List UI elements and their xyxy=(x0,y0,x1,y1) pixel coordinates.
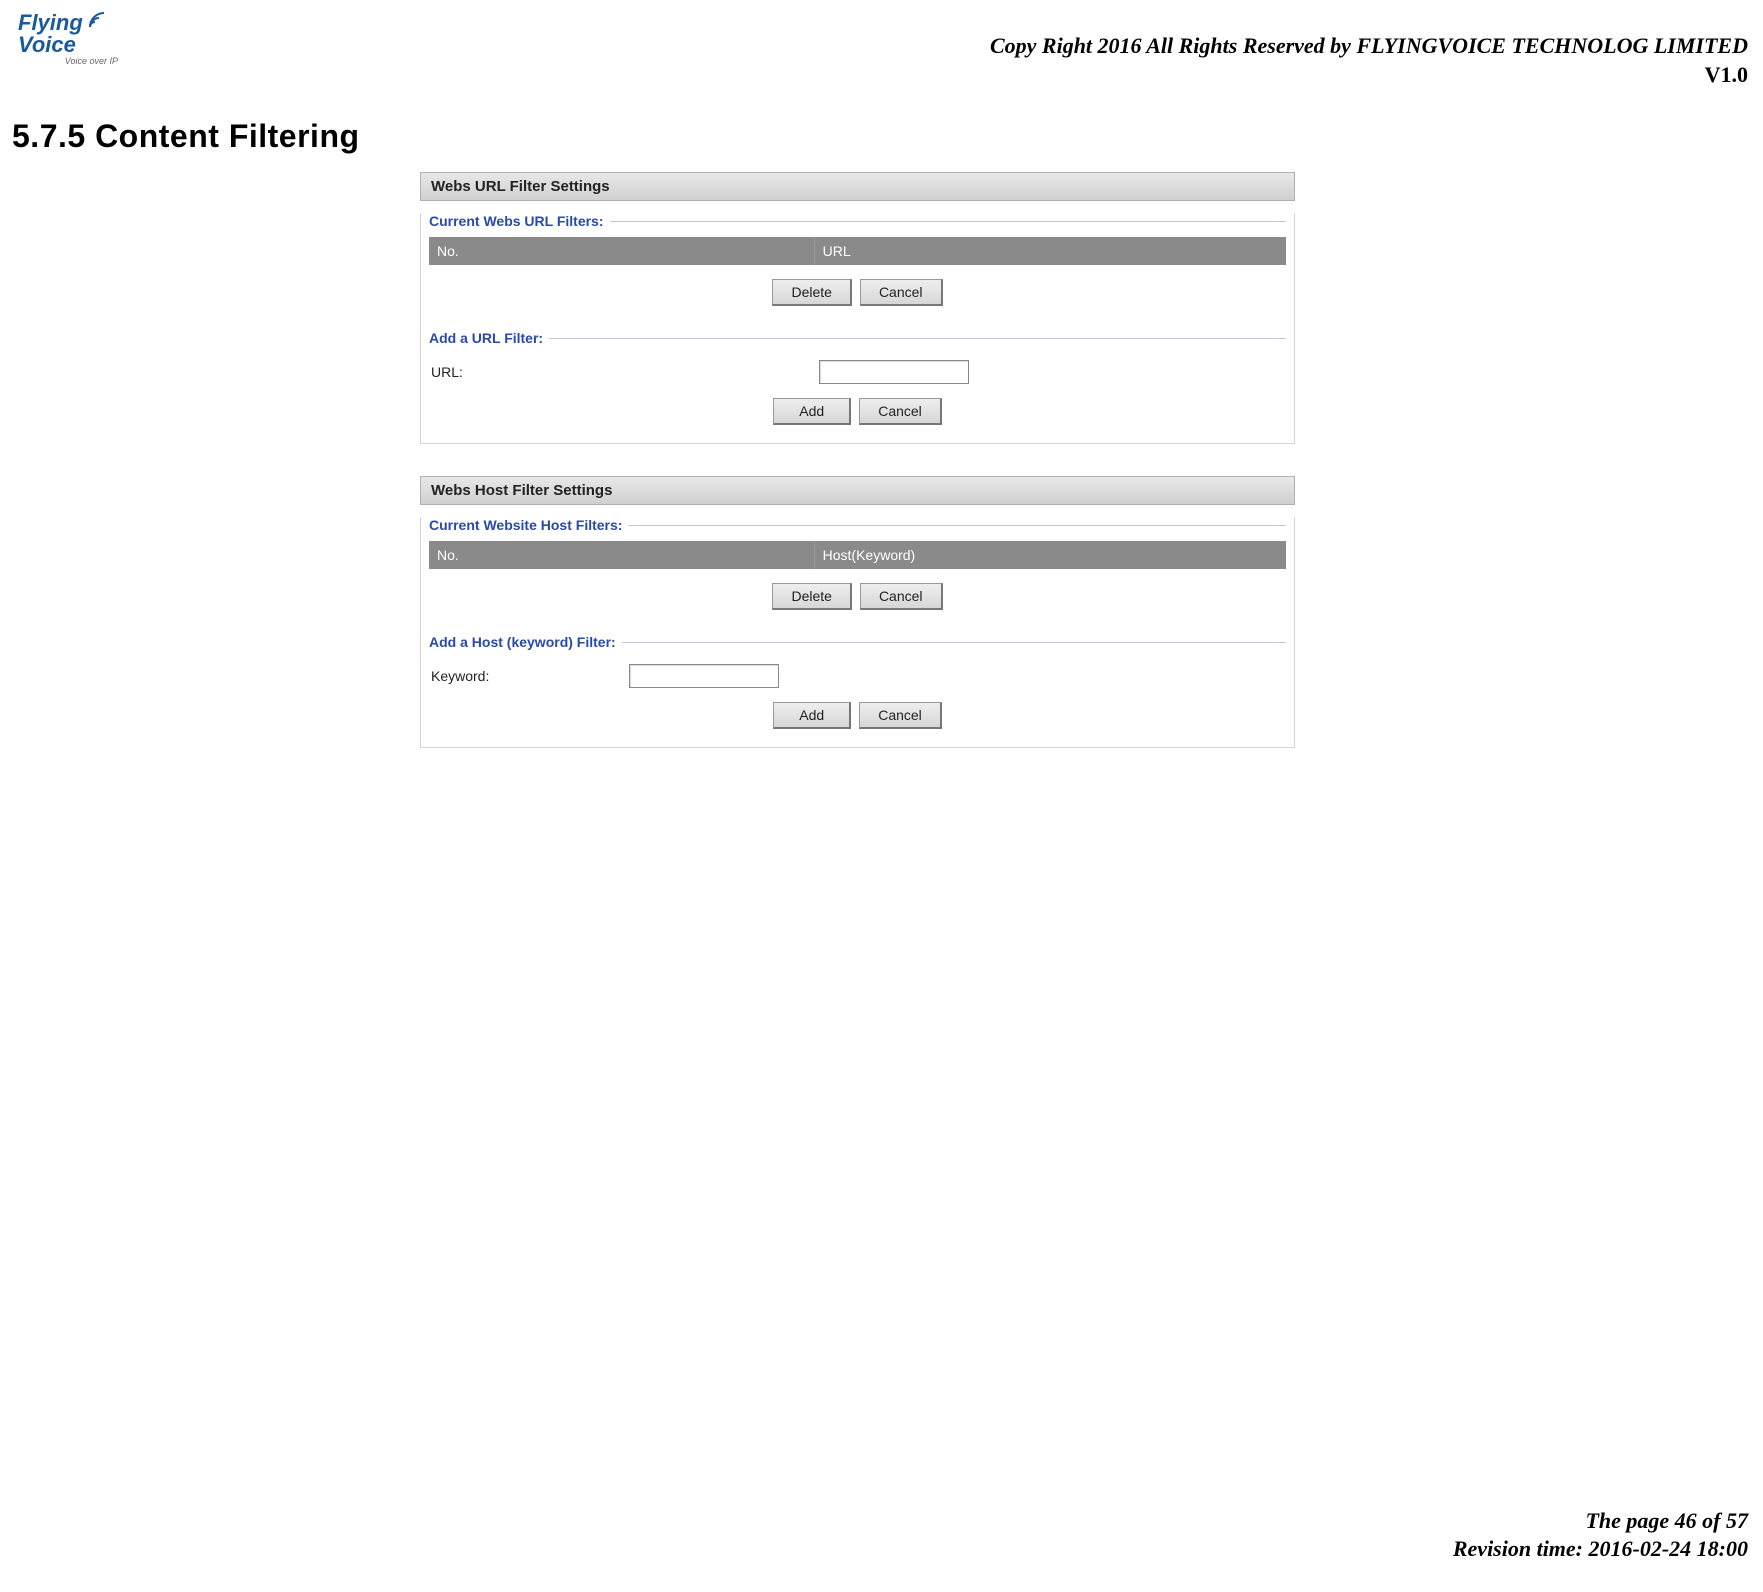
divider-line xyxy=(628,525,1286,526)
add-url-filter-fieldset: Add a URL Filter: URL: Add Cancel xyxy=(429,330,1286,437)
divider-line xyxy=(610,221,1286,222)
url-input-label: URL: xyxy=(429,364,819,380)
settings-panel-container: Webs URL Filter Settings Current Webs UR… xyxy=(420,172,1295,750)
logo: Flying Voice Voice over IP xyxy=(18,10,118,65)
host-filter-col-no: No. xyxy=(429,541,815,569)
url-filter-panel-title: Webs URL Filter Settings xyxy=(420,172,1295,201)
host-cancel-button[interactable]: Cancel xyxy=(860,583,943,610)
wifi-wave-icon xyxy=(87,10,107,36)
host-add-cancel-button[interactable]: Cancel xyxy=(859,702,942,729)
current-url-filters-fieldset: Current Webs URL Filters: No. URL Delete… xyxy=(429,213,1286,318)
host-delete-button[interactable]: Delete xyxy=(772,583,851,610)
host-filter-table-header: No. Host(Keyword) xyxy=(429,541,1286,569)
copyright-text: Copy Right 2016 All Rights Reserved by F… xyxy=(990,32,1748,61)
current-host-filters-legend: Current Website Host Filters: xyxy=(429,517,622,533)
revision-time: Revision time: 2016-02-24 18:00 xyxy=(1453,1535,1748,1564)
add-host-filter-legend: Add a Host (keyword) Filter: xyxy=(429,634,616,650)
add-host-filter-fieldset: Add a Host (keyword) Filter: Keyword: Ad… xyxy=(429,634,1286,741)
host-add-button[interactable]: Add xyxy=(773,702,851,729)
host-filter-col-host: Host(Keyword) xyxy=(815,541,1286,569)
url-filter-col-no: No. xyxy=(429,237,815,265)
url-filter-content: Current Webs URL Filters: No. URL Delete… xyxy=(420,213,1295,444)
host-filter-content: Current Website Host Filters: No. Host(K… xyxy=(420,517,1295,748)
url-filter-col-url: URL xyxy=(815,237,1286,265)
divider-line xyxy=(549,338,1286,339)
url-add-cancel-button[interactable]: Cancel xyxy=(859,398,942,425)
divider-line xyxy=(622,642,1286,643)
current-host-filters-fieldset: Current Website Host Filters: No. Host(K… xyxy=(429,517,1286,622)
current-url-filters-legend: Current Webs URL Filters: xyxy=(429,213,604,229)
url-add-button[interactable]: Add xyxy=(773,398,851,425)
host-filter-panel-title: Webs Host Filter Settings xyxy=(420,476,1295,505)
url-input[interactable] xyxy=(819,360,969,384)
keyword-input[interactable] xyxy=(629,664,779,688)
url-cancel-button[interactable]: Cancel xyxy=(860,279,943,306)
url-delete-button[interactable]: Delete xyxy=(772,279,851,306)
url-filter-table-header: No. URL xyxy=(429,237,1286,265)
section-heading: 5.7.5 Content Filtering xyxy=(12,118,360,155)
add-url-filter-legend: Add a URL Filter: xyxy=(429,330,543,346)
keyword-input-label: Keyword: xyxy=(429,668,629,684)
version-text: V1.0 xyxy=(990,61,1748,90)
page-number: The page 46 of 57 xyxy=(1453,1507,1748,1536)
